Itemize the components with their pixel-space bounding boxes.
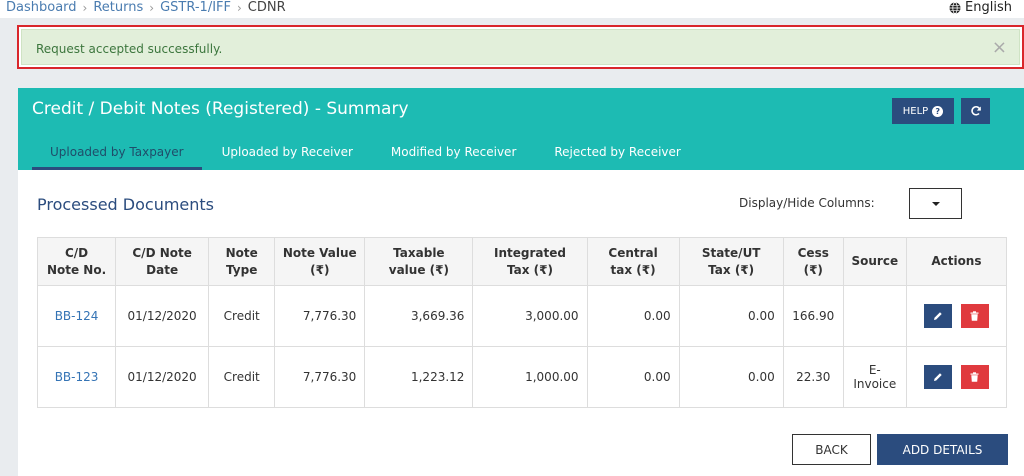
- top-bar: Dashboard › Returns › GSTR-1/IFF › CDNR …: [0, 0, 1024, 18]
- tab-bar: Uploaded by Taxpayer Uploaded by Receive…: [32, 138, 701, 170]
- cell-actions: [905, 346, 1008, 408]
- success-alert: Request accepted successfully. ×: [21, 29, 1020, 65]
- tab-rejected-by-receiver[interactable]: Rejected by Receiver: [536, 138, 698, 170]
- summary-panel: Credit / Debit Notes (Registered) - Summ…: [18, 88, 1024, 476]
- table-row: BB-123 01/12/2020 Credit 7,776.30 1,223.…: [36, 346, 1008, 408]
- header-taxable-value[interactable]: Taxable value (₹): [364, 237, 474, 286]
- cell-source: [842, 285, 907, 347]
- display-hide-columns-dropdown[interactable]: [909, 188, 962, 219]
- breadcrumb-gstr1-iff[interactable]: GSTR-1/IFF: [160, 0, 231, 16]
- pencil-icon: [933, 312, 942, 320]
- display-hide-label: Display/Hide Columns:: [739, 196, 875, 210]
- cell-integrated-tax: 3,000.00: [472, 285, 588, 347]
- header-actions: Actions: [905, 237, 1008, 286]
- breadcrumb-separator: ›: [236, 1, 242, 15]
- cell-state-ut-tax: 0.00: [678, 346, 784, 408]
- breadcrumb-returns[interactable]: Returns: [93, 0, 143, 16]
- breadcrumb-current: CDNR: [247, 0, 286, 15]
- cell-cess: 22.30: [782, 346, 844, 408]
- edit-button[interactable]: [923, 365, 952, 389]
- cell-central-tax: 0.00: [586, 346, 680, 408]
- documents-table: C/D Note No. C/D Note Date Note Type Note V…: [36, 237, 1008, 408]
- cell-taxable-value: 3,669.36: [364, 285, 474, 347]
- cell-central-tax: 0.00: [586, 285, 680, 347]
- pencil-icon: [933, 373, 942, 381]
- cell-note-no[interactable]: BB-124: [36, 285, 117, 347]
- caret-down-icon: [931, 201, 940, 206]
- header-note-value[interactable]: Note Value (₹): [274, 237, 366, 286]
- cell-type: Credit: [208, 346, 276, 408]
- header-source: Source: [842, 237, 907, 286]
- close-icon[interactable]: ×: [992, 38, 1007, 58]
- language-selector[interactable]: English: [949, 0, 1012, 16]
- table-header-row: C/D Note No. C/D Note Date Note Type Note V…: [36, 237, 1008, 286]
- alert-highlight: Request accepted successfully. ×: [17, 25, 1024, 69]
- trash-icon: [970, 372, 979, 382]
- help-label: HELP: [902, 105, 929, 117]
- help-button[interactable]: HELP ?: [892, 98, 954, 124]
- breadcrumb-separator: ›: [149, 1, 155, 15]
- breadcrumb-separator: ›: [82, 1, 88, 15]
- cell-integrated-tax: 1,000.00: [472, 346, 588, 408]
- note-link[interactable]: BB-124: [55, 309, 99, 323]
- cell-note-value: 7,776.30: [274, 285, 366, 347]
- header-cess[interactable]: Cess (₹): [782, 237, 844, 286]
- tab-uploaded-by-receiver[interactable]: Uploaded by Receiver: [204, 138, 371, 170]
- panel-title: Credit / Debit Notes (Registered) - Summ…: [32, 99, 409, 119]
- cell-source: E- Invoice: [842, 346, 907, 408]
- panel-header: Credit / Debit Notes (Registered) - Summ…: [18, 88, 1024, 170]
- question-icon: ?: [932, 105, 944, 117]
- back-button[interactable]: BACK: [792, 434, 871, 465]
- cell-note-value: 7,776.30: [274, 346, 366, 408]
- cell-state-ut-tax: 0.00: [678, 285, 784, 347]
- edit-button[interactable]: [923, 304, 952, 328]
- header-integrated-tax[interactable]: Integrated Tax (₹): [472, 237, 588, 286]
- breadcrumb-dashboard[interactable]: Dashboard: [6, 0, 77, 16]
- tab-uploaded-by-taxpayer[interactable]: Uploaded by Taxpayer: [32, 138, 202, 170]
- cell-cess: 166.90: [782, 285, 844, 347]
- delete-button[interactable]: [960, 304, 989, 328]
- table-row: BB-124 01/12/2020 Credit 7,776.30 3,669.…: [36, 285, 1008, 347]
- note-link[interactable]: BB-123: [55, 370, 99, 384]
- tab-modified-by-receiver[interactable]: Modified by Receiver: [373, 138, 534, 170]
- header-state-ut-tax[interactable]: State/UT Tax (₹): [678, 237, 784, 286]
- cell-date: 01/12/2020: [115, 346, 210, 408]
- section-title: Processed Documents: [37, 195, 215, 214]
- cell-actions: [905, 285, 1008, 347]
- add-details-button[interactable]: ADD DETAILS: [877, 434, 1008, 465]
- header-central-tax[interactable]: Central tax (₹): [586, 237, 680, 286]
- cell-type: Credit: [208, 285, 276, 347]
- cell-taxable-value: 1,223.12: [364, 346, 474, 408]
- trash-icon: [970, 311, 979, 321]
- header-note-date[interactable]: C/D Note Date: [115, 237, 210, 286]
- refresh-button[interactable]: [961, 98, 990, 124]
- globe-icon: [949, 2, 961, 14]
- cell-date: 01/12/2020: [115, 285, 210, 347]
- refresh-icon: [970, 106, 981, 116]
- alert-message: Request accepted successfully.: [36, 42, 223, 56]
- header-note-type[interactable]: Note Type: [208, 237, 276, 286]
- language-label: English: [965, 0, 1012, 15]
- delete-button[interactable]: [960, 365, 989, 389]
- cell-note-no[interactable]: BB-123: [36, 346, 117, 408]
- breadcrumb: Dashboard › Returns › GSTR-1/IFF › CDNR: [6, 0, 286, 16]
- header-note-no[interactable]: C/D Note No.: [36, 237, 117, 286]
